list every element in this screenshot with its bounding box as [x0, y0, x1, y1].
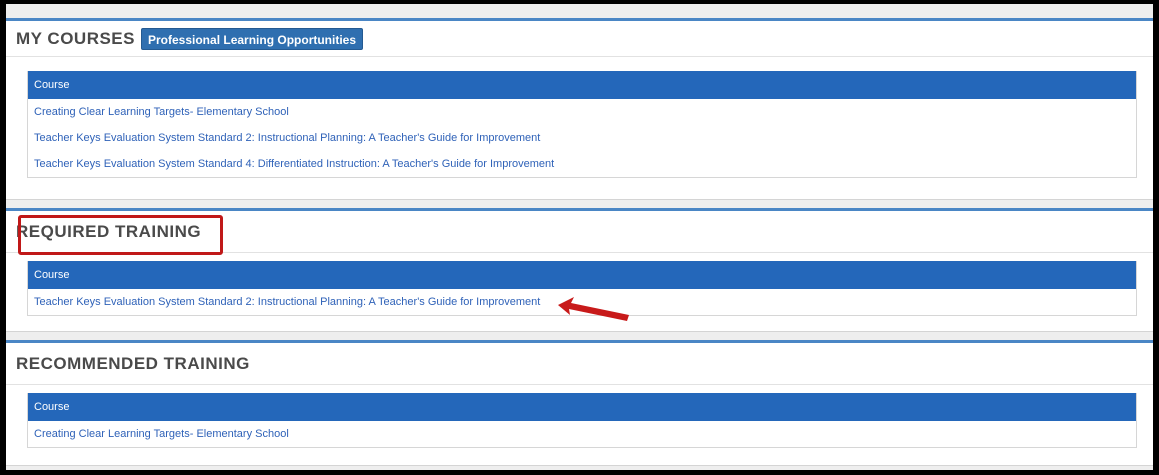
recommended-training-header: RECOMMENDED TRAINING [6, 343, 1153, 385]
course-link[interactable]: Teacher Keys Evaluation System Standard … [28, 151, 1136, 177]
required-training-title: REQUIRED TRAINING [16, 221, 202, 241]
professional-learning-button[interactable]: Professional Learning Opportunities [141, 27, 364, 50]
recommended-training-table: Course Creating Clear Learning Targets- … [27, 393, 1137, 448]
course-link[interactable]: Creating Clear Learning Targets- Element… [28, 99, 1136, 125]
recommended-training-title: RECOMMENDED TRAINING [16, 353, 250, 373]
course-link[interactable]: Creating Clear Learning Targets- Element… [28, 421, 1136, 447]
table-header-course: Course [28, 261, 1136, 289]
course-link[interactable]: Teacher Keys Evaluation System Standard … [28, 125, 1136, 151]
my-courses-header: MY COURSES Professional Learning Opportu… [6, 21, 1153, 57]
red-arrow-icon [558, 297, 629, 321]
my-courses-table: Course Creating Clear Learning Targets- … [27, 71, 1137, 178]
table-header-course: Course [28, 393, 1136, 421]
required-training-header: REQUIRED TRAINING [6, 211, 1153, 253]
page-frame: MY COURSES Professional Learning Opportu… [6, 4, 1153, 470]
my-courses-title: MY COURSES [16, 28, 135, 48]
table-header-course: Course [28, 71, 1136, 99]
